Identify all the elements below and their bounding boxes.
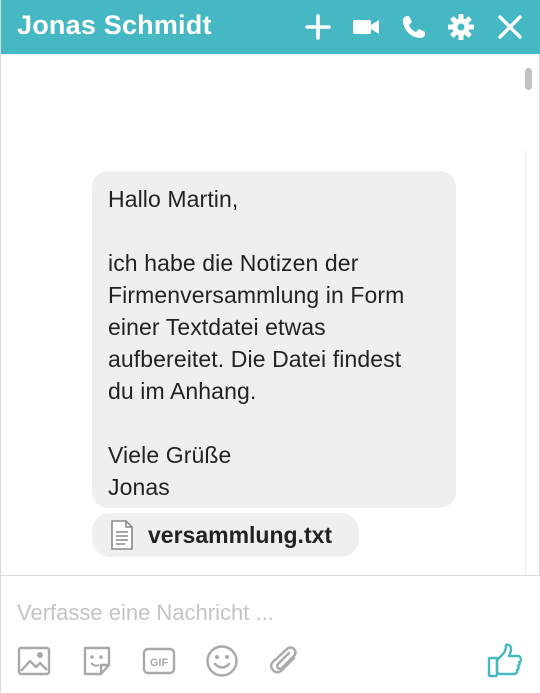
phone-icon[interactable] [399,12,429,42]
message-line: du im Anhang. [108,378,257,404]
message-line: Firmenversammlung in Form [108,282,405,308]
scrollbar[interactable] [520,54,534,575]
attachment-filename: versammlung.txt [148,521,333,548]
message-line: einer Textdatei etwas [108,314,326,340]
divider [525,150,526,575]
thumbs-up-icon[interactable] [487,642,523,678]
sticker-icon[interactable] [80,644,114,678]
composer: GIF [1,575,540,693]
message-closing: Viele Grüße [108,442,232,468]
message-line: aufbereitet. Die Datei findest [108,346,402,372]
image-icon[interactable] [17,644,51,678]
scrollbar-thumb[interactable] [525,68,532,90]
message-input[interactable] [17,596,497,630]
gif-icon[interactable]: GIF [142,644,176,678]
attachment-file[interactable]: versammlung.txt [92,513,359,557]
svg-text:GIF: GIF [150,657,169,669]
message-bubble: Hallo Martin, ich habe die Notizen der F… [92,171,456,508]
plus-icon[interactable] [303,12,333,42]
message-line: ich habe die Notizen der [108,250,359,276]
text-file-icon [111,520,133,550]
close-icon[interactable] [495,12,525,42]
chat-header: Jonas Schmidt [1,0,540,54]
message-signature: Jonas [108,474,170,500]
video-icon[interactable] [351,12,381,42]
gear-icon[interactable] [446,12,476,42]
paperclip-icon[interactable] [267,644,301,678]
emoji-icon[interactable] [205,644,239,678]
contact-name: Jonas Schmidt [17,10,212,40]
message-greeting: Hallo Martin, [108,186,239,212]
chat-window: Jonas Schmidt Hallo Martin, ich habe die… [0,0,540,693]
